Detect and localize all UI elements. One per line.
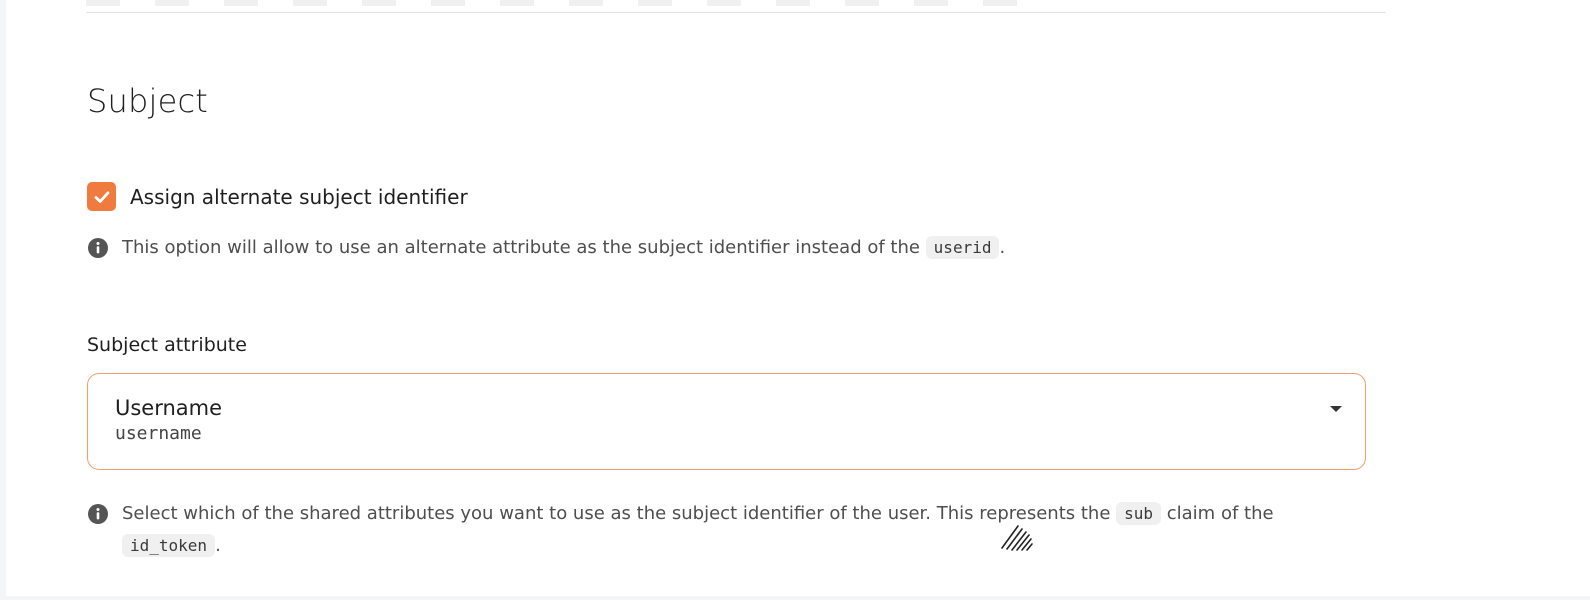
page: Subject Assign alternate subject identif… — [0, 0, 1590, 600]
subject-attribute-hint-text: Select which of the shared attributes yo… — [122, 498, 1378, 562]
sub-code: sub — [1116, 502, 1162, 525]
subject-attribute-hint: Select which of the shared attributes yo… — [88, 498, 1378, 562]
hint-text-suffix: . — [999, 237, 1006, 258]
subject-attribute-label: Subject attribute — [87, 334, 247, 356]
hint-text-prefix: This option will allow to use an alterna… — [122, 237, 926, 258]
alternate-subject-hint-text: This option will allow to use an alterna… — [122, 232, 1005, 264]
selected-attribute-name: Username — [115, 396, 223, 420]
hint-text-prefix: Select which of the shared attributes yo… — [122, 503, 1117, 524]
alternate-subject-hint: This option will allow to use an alterna… — [88, 232, 1005, 264]
alternate-subject-checkbox[interactable] — [87, 182, 116, 211]
hint-text-suffix: . — [215, 535, 221, 556]
hint-text-middle: claim of the — [1161, 503, 1274, 524]
section-title: Subject — [87, 82, 209, 120]
alternate-subject-checkbox-label[interactable]: Assign alternate subject identifier — [130, 185, 468, 209]
caret-down-icon[interactable] — [1329, 404, 1343, 414]
info-icon — [88, 238, 108, 258]
settings-card: Subject Assign alternate subject identif… — [6, 0, 1590, 596]
subject-attribute-select[interactable]: Username username — [87, 373, 1366, 470]
resize-grip-icon[interactable] — [998, 520, 1034, 552]
alternate-subject-checkbox-row[interactable]: Assign alternate subject identifier — [87, 182, 468, 211]
selected-attribute-key: username — [115, 423, 202, 444]
userid-code: userid — [925, 236, 1000, 259]
check-icon — [94, 190, 109, 203]
info-icon — [88, 504, 108, 524]
top-divider — [86, 0, 1386, 13]
id-token-code: id_token — [122, 534, 216, 557]
